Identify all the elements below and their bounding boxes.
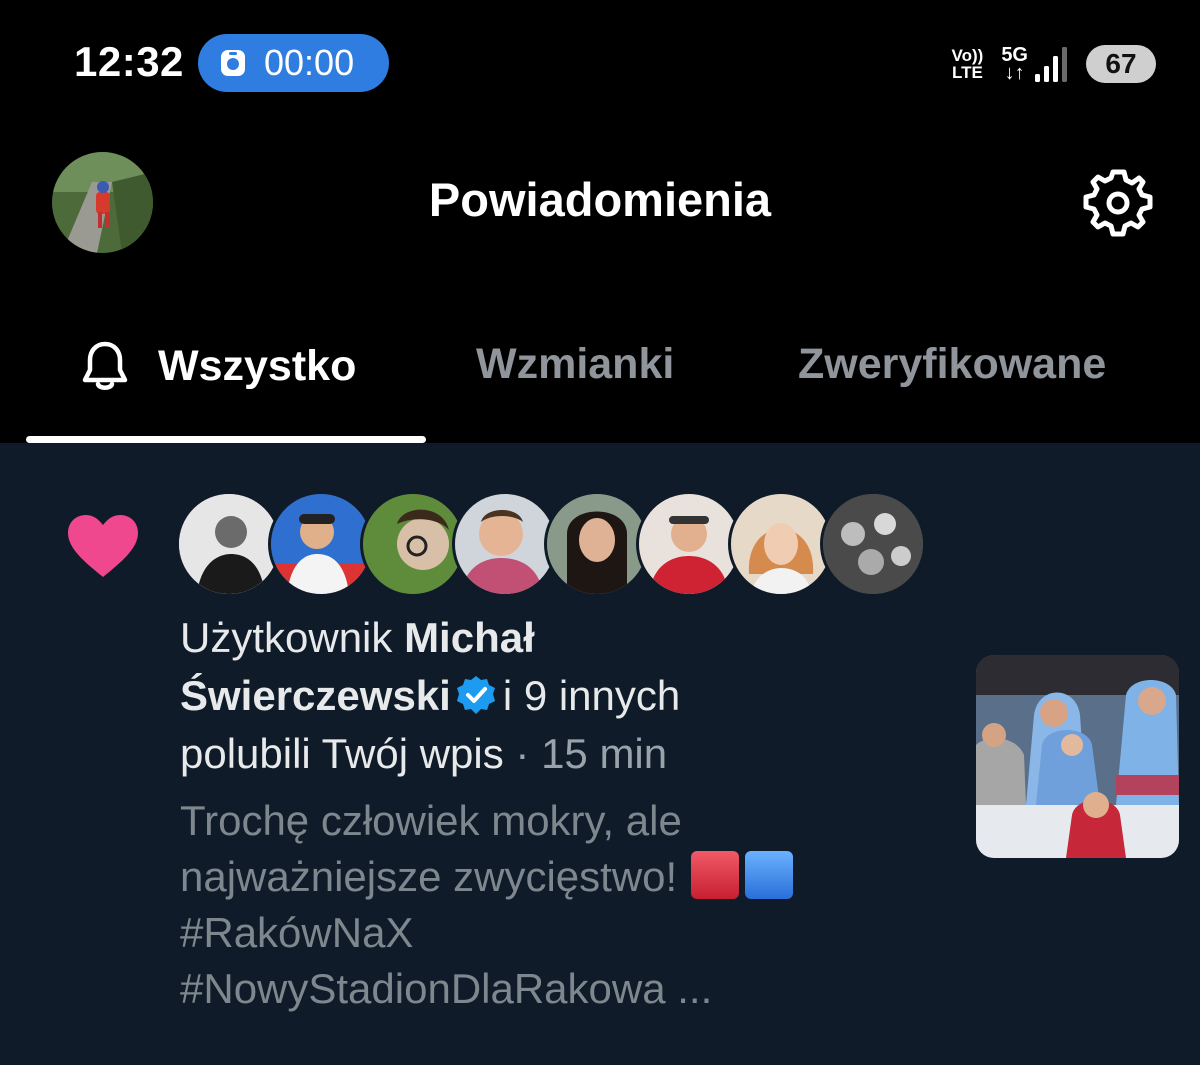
- stadium-photo: [976, 655, 1179, 858]
- hashtag-rakow-na-x[interactable]: #RakówNaX: [180, 909, 413, 956]
- notification-feed: Użytkownik Michał Świerczewski i 9 innych…: [0, 443, 1200, 1065]
- notification-time: 15 min: [541, 730, 668, 777]
- tab-all[interactable]: Wszystko: [80, 340, 356, 392]
- liker-avatar[interactable]: [176, 491, 282, 597]
- tab-verified[interactable]: Zweryfikowane: [798, 340, 1106, 389]
- battery-indicator: 67: [1086, 45, 1156, 83]
- notification-text: Użytkownik Michał Świerczewski i 9 innych…: [180, 614, 681, 777]
- liker-avatar[interactable]: [544, 491, 650, 597]
- liker-avatar[interactable]: [636, 491, 742, 597]
- app-header: Powiadomienia: [0, 130, 1200, 280]
- verified-badge-icon: [456, 676, 495, 714]
- call-timer-text: 00:00: [264, 42, 355, 83]
- call-timer-pill[interactable]: 00:00: [198, 34, 389, 92]
- tab-mentions[interactable]: Wzmianki: [476, 340, 674, 389]
- liker-avatar[interactable]: [360, 491, 466, 597]
- notifications-screen: 12:32 00:00 Vo)) LTE 5G ↓↑ 67 Powiadomie…: [0, 0, 1200, 1065]
- network-type-indicator: 5G ↓↑: [1001, 44, 1028, 84]
- system-icons: Vo)) LTE 5G ↓↑ 67: [952, 44, 1156, 84]
- status-bar: 12:32 00:00 Vo)) LTE 5G ↓↑ 67: [0, 0, 1200, 130]
- blue-square-emoji: [745, 851, 794, 899]
- hashtag-nowy-stadion[interactable]: #NowyStadionDlaRakowa ...: [180, 965, 712, 1012]
- gear-icon[interactable]: [1082, 166, 1154, 238]
- liker-avatar[interactable]: [268, 491, 374, 597]
- signal-strength-icon: [1035, 47, 1067, 82]
- tab-all-label: Wszystko: [158, 341, 357, 390]
- bell-icon: [82, 341, 128, 390]
- recorder-icon: [221, 50, 245, 76]
- volte-indicator: Vo)) LTE: [951, 46, 984, 82]
- liker-avatar[interactable]: [820, 491, 926, 597]
- post-snippet: Trochę człowiek mokry, ale najważniejsze…: [180, 793, 940, 1017]
- status-clock: 12:32: [74, 38, 184, 85]
- notification-tabs: Wszystko Wzmianki Zweryfikowane: [0, 290, 1200, 443]
- heart-icon: [68, 515, 138, 577]
- post-thumbnail[interactable]: [976, 655, 1179, 858]
- active-tab-indicator: [26, 436, 426, 443]
- page-title: Powiadomienia: [428, 173, 772, 226]
- liker-avatar[interactable]: [452, 491, 558, 597]
- red-square-emoji: [691, 851, 740, 899]
- liker-avatar[interactable]: [728, 491, 834, 597]
